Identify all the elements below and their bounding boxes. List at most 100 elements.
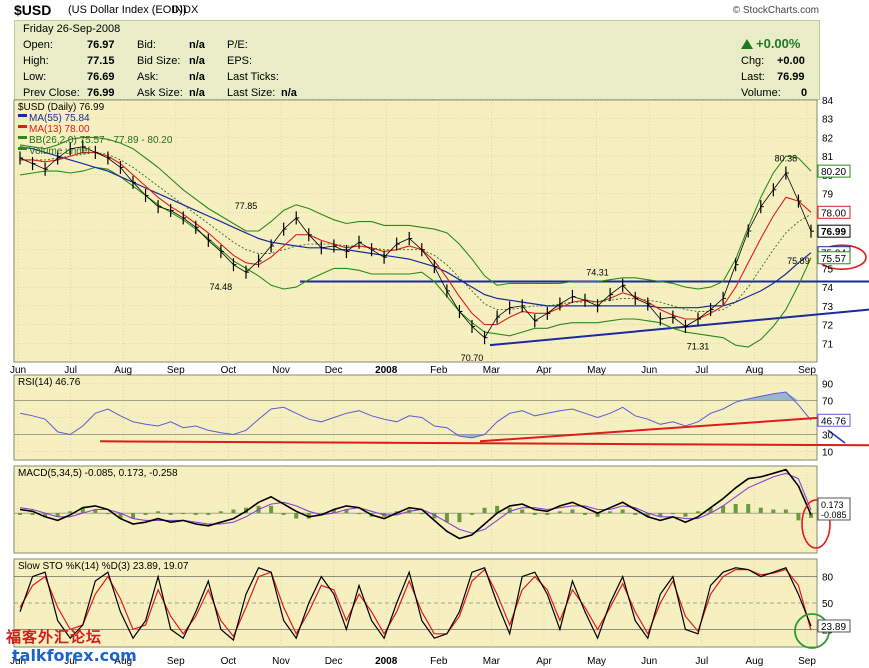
macd-histogram-bar: [231, 509, 236, 514]
macd-histogram-bar: [608, 511, 613, 514]
watermark-logo: 福客外汇论坛 talkforex.com: [6, 626, 137, 668]
y-tick-label-price: 71: [822, 339, 834, 350]
y-tick-label-price: 74: [822, 283, 834, 294]
y-tick-label-price: 75: [822, 264, 834, 275]
y-tick-label-rsi: 70: [822, 397, 834, 408]
x-tick-label-price: Jun: [641, 365, 657, 376]
legend-swatch: [18, 125, 27, 128]
y-tick-label-sto: 80: [822, 573, 834, 584]
legend-swatch: [18, 114, 27, 117]
macd-histogram-bar: [18, 513, 22, 515]
x-tick-label-bottom: Oct: [221, 656, 237, 667]
macd-histogram-bar: [796, 513, 801, 521]
macd-histogram-bar: [570, 509, 575, 514]
x-tick-label-bottom: Mar: [483, 656, 501, 667]
x-tick-label-price: Feb: [430, 365, 448, 376]
macd-signal-value: 0.173: [821, 500, 844, 510]
price-annotation: 74.31: [586, 267, 609, 277]
price-value-tag-label: 75.57: [821, 254, 846, 265]
rsi-value-label: 46.76: [821, 416, 846, 427]
macd-histogram-bar: [733, 504, 738, 514]
watermark-chinese: 福客外汇论坛: [6, 628, 103, 646]
macd-histogram-bar: [294, 513, 299, 519]
x-tick-label-price: Nov: [272, 365, 290, 376]
macd-histogram-bar: [620, 509, 625, 514]
price-annotation: 71.31: [687, 341, 710, 351]
macd-histogram-bar: [269, 505, 274, 514]
x-tick-label-price: Mar: [483, 365, 501, 376]
x-tick-label-price: Oct: [221, 365, 237, 376]
watermark-domain: talkforex.com: [12, 646, 137, 665]
price-annotation: 80.38: [775, 154, 798, 164]
macd-histogram-bar: [218, 511, 223, 514]
macd-histogram-bar: [633, 513, 638, 515]
macd-histogram-bar: [758, 507, 763, 514]
macd-histogram-bar: [771, 509, 776, 514]
macd-histogram-bar: [419, 513, 424, 515]
macd-histogram-bar: [143, 513, 148, 515]
x-tick-label-price: Aug: [746, 365, 764, 376]
y-tick-label-price: 83: [822, 115, 834, 126]
macd-histogram-bar: [206, 513, 211, 515]
sto-value-label: 23.89: [821, 622, 846, 633]
y-tick-label-price: 73: [822, 302, 834, 313]
x-tick-label-bottom: Sep: [798, 656, 816, 667]
macd-histogram-bar: [746, 504, 751, 514]
legend-entry: MA(55) 75.84: [29, 113, 90, 124]
x-tick-label-price: Sep: [167, 365, 185, 376]
legend-entry: MA(13) 78.00: [29, 124, 90, 135]
x-tick-label-bottom: Nov: [272, 656, 290, 667]
macd-histogram-bar: [532, 513, 537, 515]
price-annotation: 74.48: [210, 282, 233, 292]
y-tick-label-rsi: 90: [822, 380, 834, 391]
panel-macd: [13, 465, 818, 554]
macd-histogram-bar: [68, 511, 73, 514]
legend-swatch: [18, 147, 27, 150]
legend-entry: BB(26,2.0) 75.57 - 77.89 - 80.20: [29, 135, 173, 146]
x-tick-label-price: 2008: [375, 365, 398, 376]
y-tick-label-price: 79: [822, 190, 834, 201]
x-tick-label-price: Jul: [695, 365, 708, 376]
y-tick-label-price: 72: [822, 321, 834, 332]
price-value-tag-label: 78.00: [821, 208, 846, 219]
chart-area: Jun Jun Jul Jul Aug Aug Sep Sep Oct Oct Nov Nov Dec D…: [10, 96, 869, 667]
macd-histogram-bar: [193, 513, 198, 515]
x-tick-label-bottom: Apr: [536, 656, 552, 667]
x-tick-label-bottom: Dec: [325, 656, 343, 667]
macd-histogram-bar: [357, 513, 361, 515]
price-annotation: 70.70: [461, 353, 484, 363]
y-tick-label-price: 82: [822, 133, 834, 144]
sto-panel-title: Slow STO %K(14) %D(3) 23.89, 19.07: [18, 561, 189, 572]
x-tick-label-bottom: Jul: [695, 656, 708, 667]
macd-histogram-bar: [30, 513, 35, 515]
x-tick-label-bottom: Jun: [641, 656, 657, 667]
y-tick-label-rsi: 10: [822, 448, 834, 459]
macd-histogram-bar: [545, 513, 550, 515]
macd-histogram-bar: [281, 513, 286, 515]
macd-histogram-bar: [557, 511, 562, 514]
price-annotation: 75.89: [787, 256, 810, 266]
macd-histogram-bar: [670, 513, 675, 515]
macd-histogram-bar: [168, 513, 173, 515]
x-tick-label-bottom: Aug: [746, 656, 764, 667]
rsi-panel-title: RSI(14) 46.76: [18, 377, 81, 388]
price-value-tag-label: 80.20: [821, 167, 846, 178]
x-tick-label-price: May: [587, 365, 606, 376]
x-tick-label-price: Dec: [325, 365, 343, 376]
x-tick-label-price: Apr: [536, 365, 552, 376]
macd-histogram-bar: [457, 513, 462, 523]
y-tick-label-price: 81: [822, 152, 834, 163]
x-tick-label-price: Aug: [114, 365, 132, 376]
legend-swatch: [18, 136, 27, 139]
price-value-tag-label: 76.99: [821, 227, 846, 238]
x-tick-label-bottom: Feb: [430, 656, 448, 667]
macd-histogram-bar: [583, 513, 587, 515]
macd-histogram-bar: [520, 509, 525, 514]
macd-histogram-bar: [783, 509, 788, 514]
price-panel-title: $USD (Daily) 76.99: [18, 102, 105, 113]
y-tick-label-rsi: 30: [822, 431, 834, 442]
macd-panel-title: MACD(5,34,5) -0.085, 0.173, -0.258: [18, 468, 178, 479]
y-tick-label-price: 84: [822, 96, 834, 107]
x-tick-label-bottom: Sep: [167, 656, 185, 667]
macd-histogram-bar: [683, 513, 688, 517]
